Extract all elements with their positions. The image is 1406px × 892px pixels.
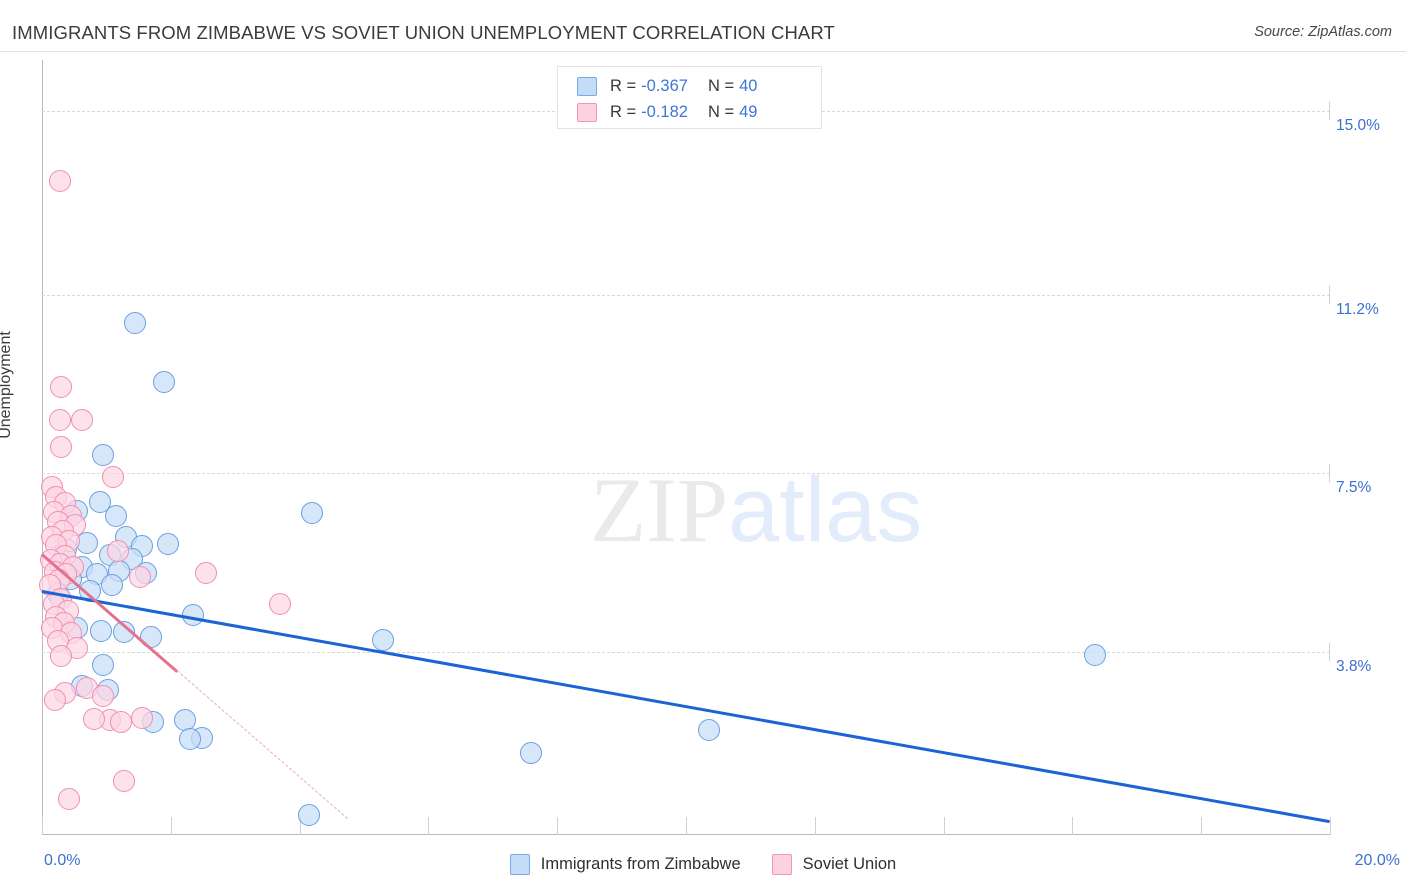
x-axis-tick bbox=[42, 817, 43, 835]
x-axis-tick bbox=[686, 817, 687, 835]
y-axis-tick-label: 15.0% bbox=[1336, 117, 1380, 135]
y-axis-tick bbox=[1329, 285, 1330, 304]
legend-swatch-zimbabwe bbox=[509, 853, 530, 875]
r-label: R = bbox=[610, 76, 637, 95]
y-axis-tick bbox=[1329, 464, 1330, 483]
data-point[interactable] bbox=[156, 533, 179, 556]
data-point[interactable] bbox=[1083, 644, 1106, 667]
data-point[interactable] bbox=[113, 769, 136, 792]
correlation-box: R = -0.367 N = 40 R = -0.182 N = 49 bbox=[557, 66, 822, 129]
data-point[interactable] bbox=[90, 620, 113, 643]
data-point[interactable] bbox=[298, 803, 321, 826]
x-axis-tick bbox=[1072, 817, 1074, 835]
trend-line-zimbabwe bbox=[41, 590, 1331, 824]
r-value: -0.367 bbox=[641, 76, 688, 95]
gridline bbox=[42, 294, 1330, 296]
x-axis-tick bbox=[814, 817, 816, 835]
data-point[interactable] bbox=[105, 504, 128, 527]
data-point[interactable] bbox=[43, 688, 66, 711]
data-point[interactable] bbox=[49, 408, 72, 431]
data-point[interactable] bbox=[153, 371, 176, 394]
n-value: 40 bbox=[739, 76, 758, 95]
x-axis-tick bbox=[428, 817, 430, 835]
y-axis-title: Unemployment bbox=[0, 331, 14, 439]
data-point[interactable] bbox=[70, 408, 93, 431]
page-title: IMMIGRANTS FROM ZIMBABWE VS SOVIET UNION… bbox=[12, 22, 835, 43]
chart-page: IMMIGRANTS FROM ZIMBABWE VS SOVIET UNION… bbox=[0, 0, 1406, 892]
x-axis-tick bbox=[1201, 817, 1203, 835]
correlation-row: R = -0.182 N = 49 bbox=[558, 99, 821, 125]
data-point[interactable] bbox=[195, 562, 218, 585]
chart-legend: Immigrants from Zimbabwe Soviet Union bbox=[0, 848, 1406, 880]
gridline bbox=[42, 651, 1330, 653]
data-point[interactable] bbox=[50, 376, 73, 399]
data-point[interactable] bbox=[92, 443, 115, 466]
data-point[interactable] bbox=[520, 741, 543, 764]
y-axis-tick bbox=[1329, 642, 1330, 661]
x-axis-tick bbox=[557, 817, 559, 835]
y-axis-tick-label: 7.5% bbox=[1336, 479, 1372, 497]
data-point[interactable] bbox=[130, 707, 153, 730]
n-value: 49 bbox=[739, 102, 758, 121]
plot-area: ZIPatlas 3.8% 7.5% 11.2% 15.0% bbox=[38, 60, 1380, 835]
source-attribution: Source: ZipAtlas.com bbox=[1254, 24, 1392, 40]
y-axis-line bbox=[42, 60, 43, 835]
legend-label-zimbabwe: Immigrants from Zimbabwe bbox=[540, 854, 741, 873]
data-point[interactable] bbox=[301, 501, 324, 524]
data-point[interactable] bbox=[109, 710, 132, 733]
data-point[interactable] bbox=[50, 645, 73, 668]
watermark-atlas: atlas bbox=[728, 459, 923, 561]
n-label: N = bbox=[707, 102, 735, 121]
r-value: -0.182 bbox=[641, 102, 688, 121]
data-point[interactable] bbox=[50, 435, 73, 458]
legend-swatch-soviet-union bbox=[771, 853, 792, 875]
x-axis-tick bbox=[170, 817, 172, 835]
data-point[interactable] bbox=[49, 170, 72, 193]
data-point[interactable] bbox=[58, 787, 81, 810]
data-point[interactable] bbox=[128, 565, 151, 588]
legend-item-zimbabwe[interactable]: Immigrants from Zimbabwe bbox=[509, 853, 741, 875]
data-point[interactable] bbox=[101, 465, 124, 488]
n-label: N = bbox=[707, 76, 735, 95]
data-point[interactable] bbox=[697, 718, 720, 741]
legend-item-soviet-union[interactable]: Soviet Union bbox=[771, 853, 897, 875]
x-axis-tick bbox=[943, 817, 945, 835]
r-label: R = bbox=[610, 102, 637, 121]
data-point[interactable] bbox=[92, 654, 115, 677]
series-swatch-soviet-union bbox=[577, 102, 597, 122]
y-axis-tick-label: 11.2% bbox=[1336, 300, 1379, 318]
data-point[interactable] bbox=[372, 628, 395, 651]
data-point[interactable] bbox=[82, 708, 105, 731]
y-axis-tick-label: 3.8% bbox=[1336, 657, 1372, 675]
legend-label-soviet-union: Soviet Union bbox=[802, 854, 897, 873]
watermark-zip: ZIP bbox=[590, 459, 728, 561]
data-point[interactable] bbox=[92, 685, 115, 708]
correlation-row: R = -0.367 N = 40 bbox=[558, 73, 821, 99]
series-swatch-zimbabwe bbox=[577, 76, 597, 96]
y-axis-tick bbox=[1329, 102, 1330, 121]
data-point[interactable] bbox=[124, 311, 147, 334]
data-point[interactable] bbox=[269, 593, 292, 616]
chart-header: IMMIGRANTS FROM ZIMBABWE VS SOVIET UNION… bbox=[0, 0, 1406, 52]
gridline bbox=[42, 473, 1330, 475]
watermark: ZIPatlas bbox=[590, 464, 922, 556]
data-point[interactable] bbox=[100, 574, 123, 597]
